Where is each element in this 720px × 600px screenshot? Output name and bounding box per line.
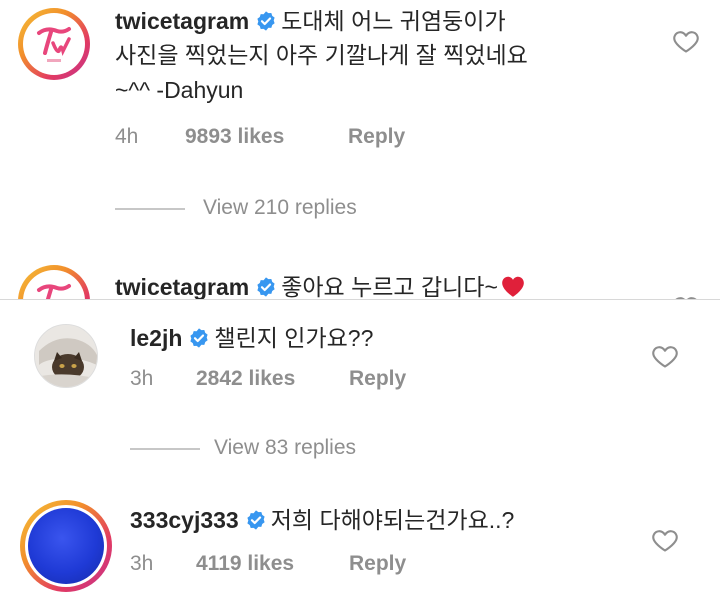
username[interactable]: le2jh bbox=[130, 325, 182, 351]
verified-badge-icon bbox=[190, 328, 209, 348]
comment-text: ~^^ -Dahyun bbox=[115, 77, 244, 103]
reply-button[interactable]: Reply bbox=[349, 552, 406, 576]
cat-photo-icon bbox=[35, 325, 97, 387]
avatar[interactable] bbox=[18, 265, 90, 300]
comment-text-line: 사진을 찍었는지 아주 기깔나게 잘 찍었네요 bbox=[115, 39, 528, 72]
avatar-photo bbox=[28, 508, 104, 584]
comment-meta: 3h 4119 likes Reply bbox=[130, 552, 530, 578]
reply-button[interactable]: Reply bbox=[349, 367, 406, 391]
likes-count[interactable]: 2842 likes bbox=[196, 367, 295, 391]
view-replies: View 83 replies bbox=[130, 436, 450, 464]
view-replies: View 210 replies bbox=[115, 196, 435, 224]
verified-badge-icon bbox=[247, 510, 265, 530]
timestamp: 3h bbox=[130, 552, 154, 575]
comments-pane-bottom: le2jh 챌린지 인가요?? 3h 2842 likes Reply View … bbox=[0, 300, 720, 600]
avatar[interactable] bbox=[34, 324, 98, 388]
reply-button[interactable]: Reply bbox=[348, 125, 405, 149]
verified-badge-icon bbox=[257, 11, 275, 31]
avatar[interactable] bbox=[20, 500, 112, 592]
comment-text-line: twicetagram 도대체 어느 귀염둥이가 bbox=[115, 5, 506, 38]
comment-text-line: twicetagram 좋아요 누르고 갑니다~ bbox=[115, 271, 526, 300]
avatar[interactable] bbox=[18, 8, 90, 80]
username[interactable]: twicetagram bbox=[115, 8, 249, 34]
verified-badge-icon bbox=[257, 277, 275, 297]
username[interactable]: 333cyj333 bbox=[130, 507, 239, 533]
likes-count[interactable]: 4119 likes bbox=[196, 552, 294, 576]
heart-outline-icon[interactable] bbox=[672, 28, 700, 54]
timestamp: 4h bbox=[115, 125, 139, 148]
timestamp: 3h bbox=[130, 367, 154, 390]
view-replies-button[interactable]: View 210 replies bbox=[203, 196, 357, 220]
heart-outline-icon[interactable] bbox=[651, 527, 679, 553]
replies-divider bbox=[130, 448, 200, 450]
comment-meta: 4h 9893 likes Reply bbox=[115, 125, 515, 151]
comment-text: 도대체 어느 귀염둥이가 bbox=[281, 8, 506, 34]
comments-pane-top: twicetagram 도대체 어느 귀염둥이가 사진을 찍었는지 아주 기깔나게… bbox=[0, 0, 720, 300]
comment-text: 챌린지 인가요?? bbox=[214, 325, 374, 351]
heart-outline-icon[interactable] bbox=[651, 343, 679, 369]
red-heart-emoji-icon bbox=[502, 276, 524, 297]
comment-text-line: 333cyj333 저희 다해야되는건가요..? bbox=[130, 504, 514, 537]
comment-meta: 3h 2842 likes Reply bbox=[130, 367, 530, 393]
replies-divider bbox=[115, 208, 185, 210]
comment-text: 저희 다해야되는건가요..? bbox=[270, 507, 515, 533]
comment-text: 좋아요 누르고 갑니다~ bbox=[281, 274, 498, 300]
comment-text-line: ~^^ -Dahyun bbox=[115, 74, 243, 107]
view-replies-button[interactable]: View 83 replies bbox=[214, 436, 356, 460]
comment-text-line: le2jh 챌린지 인가요?? bbox=[130, 322, 373, 355]
twice-logo-icon bbox=[37, 284, 71, 300]
comment-text: 사진을 찍었는지 아주 기깔나게 잘 찍었네요 bbox=[115, 42, 528, 68]
twice-logo-icon bbox=[37, 27, 71, 62]
username[interactable]: twicetagram bbox=[115, 274, 249, 300]
likes-count[interactable]: 9893 likes bbox=[185, 125, 284, 149]
